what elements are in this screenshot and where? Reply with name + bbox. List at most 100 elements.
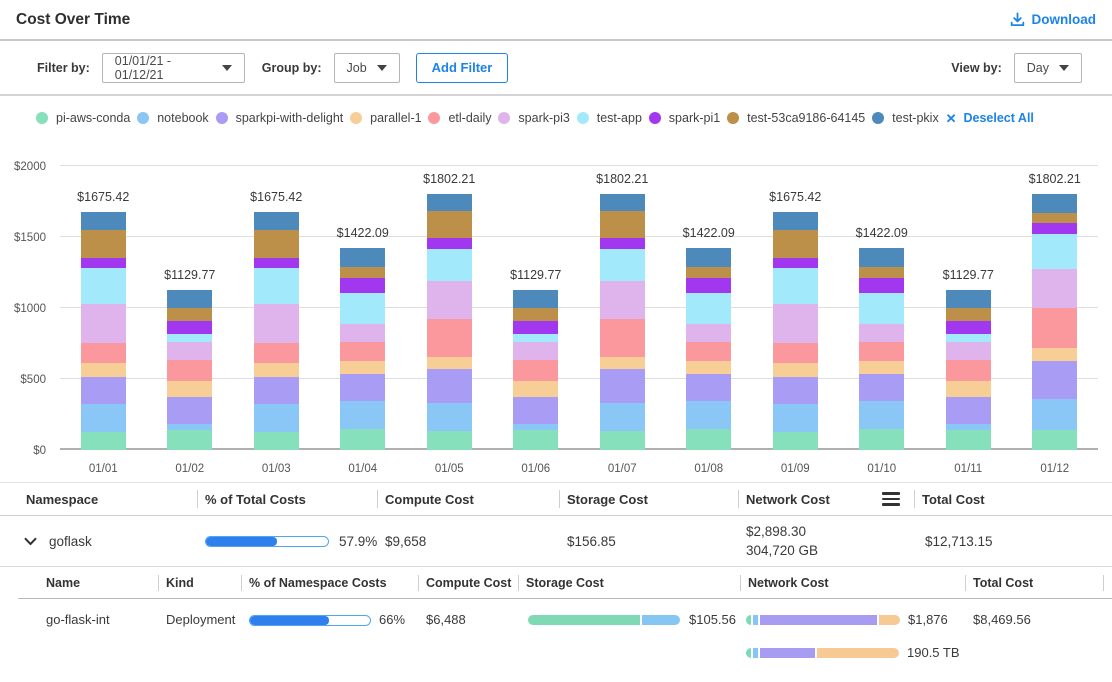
bar-segment-parallel-1[interactable] (600, 357, 645, 369)
bar-segment-parallel-1[interactable] (427, 357, 472, 369)
bar-segment-sparkpi-with-delight[interactable] (513, 397, 558, 424)
bar-segment-etl-daily[interactable] (427, 319, 472, 357)
bar-segment-etl-daily[interactable] (254, 343, 299, 362)
bar-segment-test-53ca9186-64145[interactable] (81, 230, 126, 259)
bar-segment-pi-aws-conda[interactable] (773, 432, 818, 450)
bar-segment-notebook[interactable] (340, 401, 385, 430)
bar-segment-sparkpi-with-delight[interactable] (427, 369, 472, 403)
column-header-total[interactable]: Total Cost (965, 567, 1112, 598)
legend-item-etl-daily[interactable]: etl-daily (428, 111, 491, 125)
bar-segment-sparkpi-with-delight[interactable] (686, 374, 731, 400)
bar-segment-test-pkix[interactable] (513, 290, 558, 308)
stacked-bar[interactable] (946, 290, 991, 450)
stacked-bar[interactable] (513, 290, 558, 450)
bar-segment-spark-pi1[interactable] (859, 278, 904, 293)
stacked-bar[interactable] (859, 248, 904, 450)
column-header-kind[interactable]: Kind (158, 567, 241, 598)
bar-segment-parallel-1[interactable] (686, 361, 731, 375)
bar-segment-test-53ca9186-64145[interactable] (1032, 213, 1077, 223)
bar-segment-spark-pi3[interactable] (600, 281, 645, 319)
bar-segment-parallel-1[interactable] (773, 363, 818, 378)
bar-segment-spark-pi3[interactable] (340, 324, 385, 342)
bar-segment-etl-daily[interactable] (600, 319, 645, 357)
bar-segment-sparkpi-with-delight[interactable] (600, 369, 645, 403)
bar-segment-test-53ca9186-64145[interactable] (946, 308, 991, 322)
bar-segment-etl-daily[interactable] (81, 343, 126, 362)
bar-segment-test-pkix[interactable] (427, 194, 472, 211)
column-header-compute[interactable]: Compute Cost (418, 567, 518, 598)
bar-segment-pi-aws-conda[interactable] (167, 430, 212, 450)
bar-segment-parallel-1[interactable] (254, 363, 299, 378)
bar-segment-test-pkix[interactable] (81, 212, 126, 230)
bar-segment-test-pkix[interactable] (686, 248, 731, 267)
bar-segment-notebook[interactable] (686, 401, 731, 430)
bar-segment-test-53ca9186-64145[interactable] (167, 308, 212, 322)
bar-segment-pi-aws-conda[interactable] (254, 432, 299, 450)
bar-segment-sparkpi-with-delight[interactable] (946, 397, 991, 424)
group-by-select[interactable]: Job (334, 53, 400, 83)
bar-segment-notebook[interactable] (600, 403, 645, 432)
bar-segment-pi-aws-conda[interactable] (686, 429, 731, 450)
bar-segment-test-app[interactable] (254, 268, 299, 304)
bar-segment-etl-daily[interactable] (686, 342, 731, 361)
bar-segment-notebook[interactable] (859, 401, 904, 430)
bar-segment-pi-aws-conda[interactable] (340, 429, 385, 450)
bar-segment-test-pkix[interactable] (167, 290, 212, 308)
deselect-all-button[interactable]: ✕ Deselect All (946, 111, 1034, 125)
legend-item-notebook[interactable]: notebook (137, 111, 208, 125)
bar-segment-spark-pi3[interactable] (427, 281, 472, 319)
bar-segment-test-53ca9186-64145[interactable] (859, 267, 904, 278)
bar-segment-spark-pi1[interactable] (946, 321, 991, 333)
bar-segment-test-app[interactable] (686, 293, 731, 324)
bar-segment-spark-pi3[interactable] (167, 342, 212, 361)
bar-segment-spark-pi1[interactable] (81, 258, 126, 267)
bar-segment-spark-pi3[interactable] (513, 342, 558, 361)
bar-segment-test-53ca9186-64145[interactable] (686, 267, 731, 278)
column-header-total[interactable]: Total Cost (914, 483, 1112, 515)
bar-segment-etl-daily[interactable] (859, 342, 904, 361)
bar-segment-test-app[interactable] (81, 268, 126, 304)
bar-segment-spark-pi1[interactable] (340, 278, 385, 293)
bar-segment-notebook[interactable] (1032, 399, 1077, 430)
bar-segment-sparkpi-with-delight[interactable] (859, 374, 904, 400)
bar-segment-parallel-1[interactable] (513, 381, 558, 396)
legend-item-test-app[interactable]: test-app (577, 111, 642, 125)
bar-segment-spark-pi3[interactable] (1032, 269, 1077, 308)
bar-segment-parallel-1[interactable] (859, 361, 904, 375)
bar-segment-test-app[interactable] (773, 268, 818, 304)
bar-segment-sparkpi-with-delight[interactable] (81, 377, 126, 404)
bar-segment-parallel-1[interactable] (340, 361, 385, 375)
chevron-down-icon[interactable] (24, 537, 37, 546)
bar-segment-spark-pi3[interactable] (773, 304, 818, 343)
stacked-bar[interactable] (1032, 194, 1077, 450)
bar-segment-etl-daily[interactable] (340, 342, 385, 361)
stacked-bar[interactable] (81, 212, 126, 450)
bar-segment-parallel-1[interactable] (167, 381, 212, 396)
column-header-storage[interactable]: Storage Cost (559, 483, 738, 515)
stacked-bar[interactable] (340, 248, 385, 450)
legend-item-test-53ca9186-64145[interactable]: test-53ca9186-64145 (727, 111, 865, 125)
bar-segment-test-53ca9186-64145[interactable] (773, 230, 818, 259)
bar-segment-etl-daily[interactable] (946, 360, 991, 381)
legend-item-pi-aws-conda[interactable]: pi-aws-conda (36, 111, 130, 125)
view-by-select[interactable]: Day (1014, 53, 1082, 83)
bar-segment-etl-daily[interactable] (167, 360, 212, 381)
bar-segment-pi-aws-conda[interactable] (427, 431, 472, 450)
bar-segment-test-app[interactable] (859, 293, 904, 324)
bar-segment-test-app[interactable] (340, 293, 385, 324)
bar-segment-spark-pi3[interactable] (254, 304, 299, 343)
bar-segment-parallel-1[interactable] (81, 363, 126, 378)
bar-segment-notebook[interactable] (773, 404, 818, 432)
add-filter-button[interactable]: Add Filter (416, 53, 509, 83)
column-header-pct-total[interactable]: % of Total Costs (197, 483, 377, 515)
legend-item-parallel-1[interactable]: parallel-1 (350, 111, 421, 125)
bar-segment-sparkpi-with-delight[interactable] (1032, 361, 1077, 399)
bar-segment-etl-daily[interactable] (1032, 308, 1077, 347)
bar-segment-spark-pi1[interactable] (513, 321, 558, 333)
download-button[interactable]: Download (1010, 12, 1097, 27)
bar-segment-spark-pi1[interactable] (427, 238, 472, 249)
bar-segment-spark-pi1[interactable] (686, 278, 731, 293)
bar-segment-test-app[interactable] (1032, 234, 1077, 269)
bar-segment-test-53ca9186-64145[interactable] (340, 267, 385, 278)
bar-segment-test-pkix[interactable] (859, 248, 904, 267)
